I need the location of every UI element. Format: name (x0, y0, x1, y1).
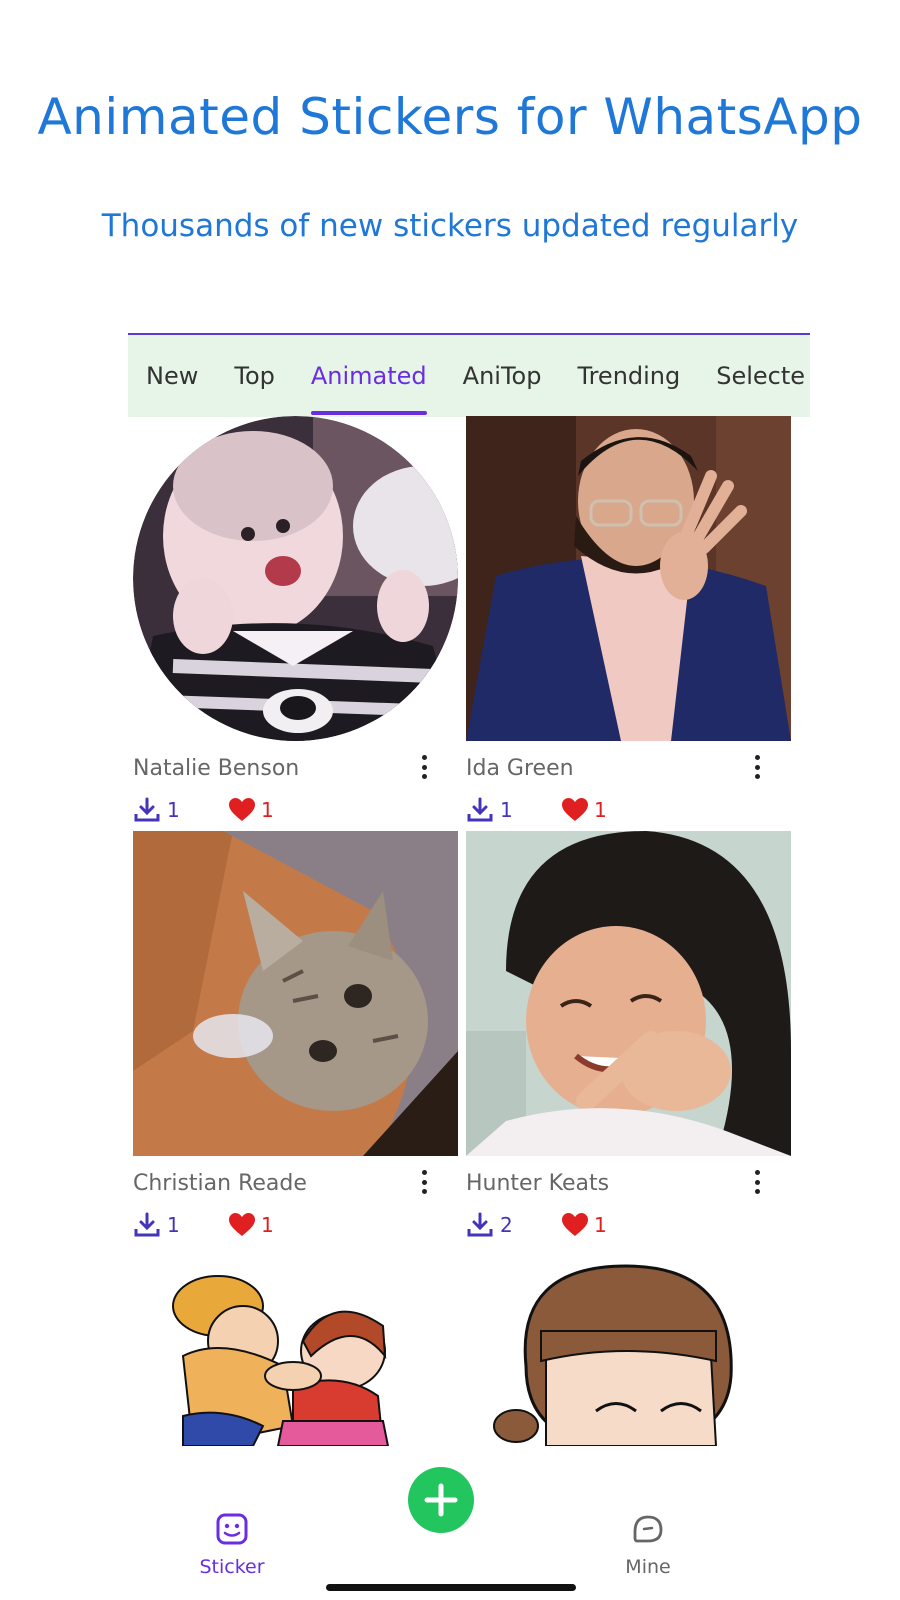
more-options-icon[interactable] (414, 1167, 434, 1197)
sticker-card[interactable]: Natalie Benson 1 1 (133, 416, 458, 822)
download-count: 1 (167, 798, 180, 822)
sticker-stats: 1 1 (133, 796, 433, 824)
download-icon (467, 797, 493, 822)
sticker-thumbnail[interactable] (133, 416, 458, 741)
cat-photo (133, 831, 458, 1156)
sticker-stats: 1 1 (133, 1211, 433, 1239)
sticker-card[interactable] (133, 1246, 458, 1448)
more-options-icon[interactable] (747, 752, 767, 782)
tab-anitop[interactable]: AniTop (463, 335, 542, 417)
sticker-icon (216, 1513, 248, 1545)
heart-icon[interactable] (562, 1213, 588, 1237)
sticker-stats: 2 1 (466, 1211, 766, 1239)
download-icon (134, 797, 160, 822)
page-title: Animated Stickers for WhatsApp (37, 88, 863, 146)
category-tabbar: New Top Animated AniTop Trending Selecte (128, 335, 810, 417)
download-icon (134, 1212, 160, 1237)
like-count: 1 (261, 1213, 274, 1237)
sticker-card[interactable]: Christian Reade 1 1 (133, 831, 458, 1237)
page-subtitle: Thousands of new stickers updated regula… (101, 208, 799, 244)
like-count: 1 (594, 1213, 607, 1237)
plus-icon (424, 1483, 458, 1517)
sticker-thumbnail[interactable] (466, 831, 791, 1156)
heart-icon[interactable] (229, 1213, 255, 1237)
add-sticker-button[interactable] (408, 1467, 474, 1533)
heart-icon[interactable] (562, 798, 588, 822)
home-indicator (326, 1584, 576, 1591)
sticker-card[interactable]: Ida Green 1 1 (466, 416, 791, 822)
sticker-name: Ida Green (466, 756, 574, 781)
more-options-icon[interactable] (414, 752, 434, 782)
sticker-thumbnail[interactable] (133, 831, 458, 1156)
sticker-card[interactable] (466, 1246, 791, 1448)
like-count: 1 (261, 798, 274, 822)
nav-sticker-label: Sticker (199, 1556, 265, 1578)
sticker-thumbnail[interactable] (466, 416, 791, 741)
cartoon-kids-sticker[interactable] (133, 1246, 458, 1448)
sticker-name: Natalie Benson (133, 756, 300, 781)
more-options-icon[interactable] (747, 1167, 767, 1197)
baby-photo (133, 416, 458, 741)
download-count: 1 (167, 1213, 180, 1237)
nav-mine-label: Mine (625, 1556, 671, 1578)
tab-trending[interactable]: Trending (577, 335, 680, 417)
man-photo (466, 416, 791, 741)
sticker-stats: 1 1 (466, 796, 766, 824)
tab-new[interactable]: New (146, 335, 198, 417)
cartoon-girl-sticker[interactable] (466, 1246, 791, 1448)
like-count: 1 (594, 798, 607, 822)
tab-selected[interactable]: Selecte (716, 335, 805, 417)
sticker-card[interactable]: Hunter Keats 2 1 (466, 831, 791, 1237)
sticker-name: Hunter Keats (466, 1171, 610, 1196)
heart-icon[interactable] (229, 798, 255, 822)
app-screen: New Top Animated AniTop Trending Selecte (128, 333, 810, 1493)
profile-face-icon (633, 1515, 663, 1543)
sticker-name: Christian Reade (133, 1171, 307, 1196)
girl-photo (466, 831, 791, 1156)
download-icon (467, 1212, 493, 1237)
download-count: 1 (500, 798, 513, 822)
nav-mine[interactable]: Mine (598, 1512, 698, 1578)
tab-top[interactable]: Top (234, 335, 275, 417)
tab-animated[interactable]: Animated (310, 335, 427, 417)
download-count: 2 (500, 1213, 513, 1237)
nav-sticker[interactable]: Sticker (182, 1512, 282, 1578)
